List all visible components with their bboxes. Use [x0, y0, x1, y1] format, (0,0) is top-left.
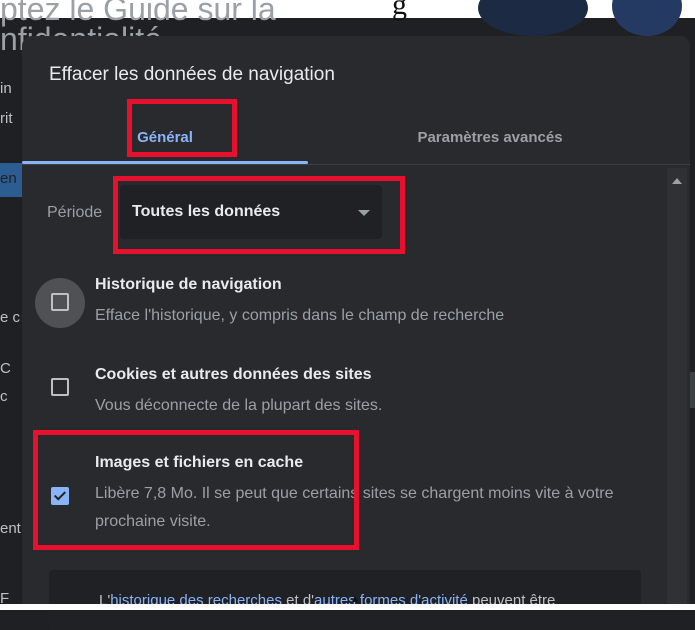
search-history-note: L'historique des recherches et d'autres … — [49, 570, 641, 630]
background-left-fragment: c — [0, 388, 8, 405]
annotation-box-period — [113, 176, 405, 254]
tab-advanced-label: Paramètres avancés — [417, 128, 563, 146]
dialog-scrollbar[interactable] — [667, 168, 687, 610]
background-shape — [478, 0, 588, 36]
background-left-fragment: e c — [0, 309, 21, 326]
cookies-title: Cookies et autres données des sites — [95, 366, 372, 383]
background-left-fragment: rit — [0, 110, 13, 127]
background-left-fragment: en — [0, 170, 17, 187]
background-left-fragment: ent — [0, 520, 21, 537]
browsing-history-checkbox[interactable] — [51, 293, 69, 311]
tabs-divider — [22, 164, 690, 165]
annotation-box-general-tab — [127, 99, 237, 157]
cookies-description: Vous déconnecte de la plupart des sites. — [95, 397, 383, 414]
background-left-fragment: in — [0, 80, 12, 97]
background-left-fragment: C — [0, 360, 11, 377]
annotation-box-cache-option — [33, 430, 359, 550]
cursor-mark — [352, 596, 358, 602]
bottom-white-strip — [0, 604, 695, 610]
scroll-up-arrow-icon[interactable] — [672, 178, 682, 184]
dialog-title: Effacer les données de navigation — [49, 64, 335, 85]
background-right-fragment — [690, 372, 695, 408]
option-browsing-history[interactable]: Historique de navigation Efface l'histor… — [22, 264, 662, 340]
tab-advanced-settings[interactable]: Paramètres avancés — [308, 114, 672, 160]
background-shape — [612, 0, 682, 36]
option-cookies[interactable]: Cookies et autres données des sites Vous… — [22, 356, 662, 428]
cookies-checkbox[interactable] — [51, 378, 69, 396]
period-label: Période — [47, 204, 103, 221]
background-serif-fragment: g — [392, 0, 407, 21]
browsing-history-description: Efface l'historique, y compris dans le c… — [95, 307, 505, 324]
browsing-history-title: Historique de navigation — [95, 276, 282, 293]
